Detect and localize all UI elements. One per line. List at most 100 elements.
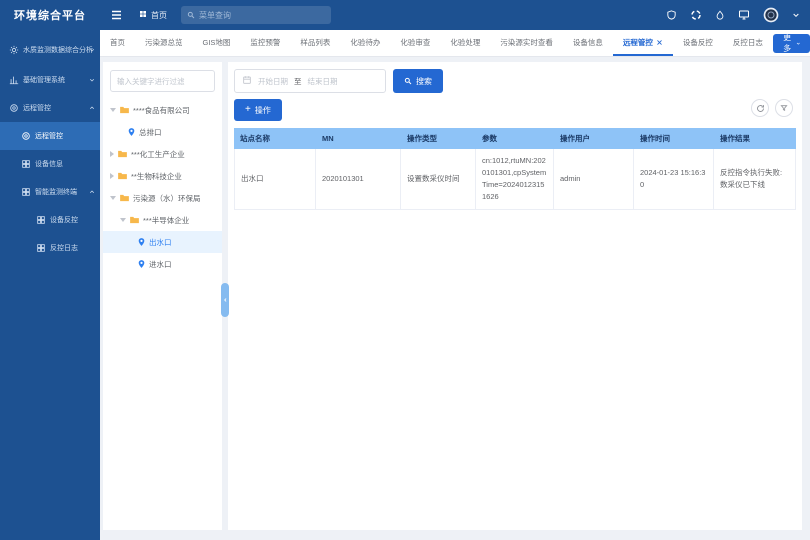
sidebar-item-base-management[interactable]: 基础管理系统	[0, 66, 100, 94]
table-header-cell: 操作时间	[634, 128, 714, 149]
caret-right-icon[interactable]	[110, 151, 114, 157]
caret-right-icon[interactable]	[110, 173, 114, 179]
hamburger-menu-icon[interactable]	[110, 9, 123, 21]
tab-monitor-alert[interactable]: 监控预警	[240, 30, 290, 56]
tab-pollution-overview[interactable]: 污染源总览	[135, 30, 193, 56]
tab-lab-process[interactable]: 化验处理	[440, 30, 490, 56]
sidebar-item-reverse-control-log[interactable]: 反控日志	[0, 234, 100, 262]
tab-lab-review[interactable]: 化验审查	[390, 30, 440, 56]
sidebar-item-device-reverse-control[interactable]: 设备反控	[0, 206, 100, 234]
close-icon[interactable]	[656, 39, 663, 46]
tab-remote-control[interactable]: 远程管控	[613, 30, 673, 56]
end-date-placeholder[interactable]: 结束日期	[308, 76, 338, 87]
tree-node-outlet-main[interactable]: 总排口	[103, 121, 222, 143]
grid-icon	[36, 215, 46, 225]
table-header-cell: 站点名称	[234, 128, 316, 149]
menu-search-box[interactable]	[181, 6, 331, 24]
chevron-up-icon	[89, 189, 95, 195]
tree-node-company-biotech[interactable]: **生物科技企业	[103, 165, 222, 187]
target-icon	[21, 131, 31, 141]
shield-icon[interactable]	[666, 9, 677, 21]
folder-icon	[119, 193, 130, 203]
sidebar-group-remote-control[interactable]: 远程管控	[0, 94, 100, 122]
gear-icon	[9, 45, 19, 55]
caret-down-icon[interactable]	[110, 108, 116, 112]
tab-pollution-realtime[interactable]: 污染源实时查看	[490, 30, 563, 56]
menu-search-input[interactable]	[199, 11, 325, 20]
chart-icon	[9, 75, 19, 85]
date-range-separator: 至	[294, 76, 302, 87]
cell-operation-type: 设置数采仪时间	[401, 149, 476, 209]
folder-icon	[129, 215, 140, 225]
monitor-icon[interactable]	[738, 9, 750, 21]
action-toolbar: + 操作	[234, 99, 796, 121]
breadcrumb[interactable]: 首页	[139, 10, 167, 21]
cell-mn: 2020101301	[316, 149, 401, 209]
topbar-action-icons	[666, 7, 800, 23]
cell-params: cn:1012,rtuMN:2020101301,cpSystemTime=20…	[476, 149, 554, 209]
chevron-down-icon[interactable]	[792, 11, 800, 19]
refresh-button[interactable]	[751, 99, 769, 117]
sidebar-nav: 水质监测数据综合分析 基础管理系统 远程管控 远程管控 设备信息 智能监测终端 …	[0, 30, 100, 540]
target-icon	[9, 103, 19, 113]
start-date-placeholder[interactable]: 开始日期	[258, 76, 288, 87]
folder-icon	[117, 171, 128, 181]
chevron-down-icon	[89, 77, 95, 83]
search-toolbar: 开始日期 至 结束日期 搜索	[234, 69, 796, 93]
search-button[interactable]: 搜索	[393, 69, 443, 93]
more-tabs-button[interactable]: 更多	[773, 34, 810, 53]
flame-icon[interactable]	[715, 9, 725, 21]
tab-reverse-control-log[interactable]: 反控日志	[723, 30, 773, 56]
tree-node-company-food[interactable]: ****食品有限公司	[103, 99, 222, 121]
sidebar-item-device-info[interactable]: 设备信息	[0, 150, 100, 178]
tab-device-reverse-control[interactable]: 设备反控	[673, 30, 723, 56]
operations-table: 站点名称 MN 操作类型 参数 操作用户 操作时间 操作结果 出水口 20201…	[234, 128, 796, 210]
table-header-cell: 操作结果	[714, 128, 796, 149]
location-pin-icon	[137, 237, 146, 247]
tab-lab-todo[interactable]: 化验待办	[340, 30, 390, 56]
site-tree-panel: ****食品有限公司 总排口 ***化工生产企业 **生物科技企业 污染源（水）…	[103, 62, 222, 530]
panel-collapse-toggle[interactable]	[221, 283, 229, 317]
tree-node-company-semiconductor[interactable]: ***半导体企业	[103, 209, 222, 231]
breadcrumb-label: 首页	[151, 10, 167, 21]
apps-icon[interactable]	[690, 9, 702, 21]
calendar-icon	[242, 72, 252, 90]
tab-sample-list[interactable]: 样品列表	[290, 30, 340, 56]
table-header-row: 站点名称 MN 操作类型 参数 操作用户 操作时间 操作结果	[234, 128, 796, 149]
folder-icon	[117, 149, 128, 159]
tree-node-company-chemical[interactable]: ***化工生产企业	[103, 143, 222, 165]
sidebar-item-remote-control[interactable]: 远程管控	[0, 122, 100, 150]
column-settings-button[interactable]	[775, 99, 793, 117]
app-logo: 环境综合平台	[0, 7, 100, 23]
tree-filter-input[interactable]	[110, 70, 215, 92]
tab-home[interactable]: 首页	[100, 30, 135, 56]
table-header-cell: 参数	[476, 128, 554, 149]
tab-bar: 首页 污染源总览 GIS地图 监控预警 样品列表 化验待办 化验审查 化验处理 …	[100, 30, 810, 57]
caret-down-icon[interactable]	[120, 218, 126, 222]
refresh-icon	[756, 104, 765, 113]
tab-device-info[interactable]: 设备信息	[563, 30, 613, 56]
cell-operation-result: 反控指令执行失败:数采仪已下线	[714, 149, 796, 209]
cell-operation-user: admin	[554, 149, 634, 209]
grid-icon	[139, 10, 147, 20]
avatar[interactable]	[763, 7, 779, 23]
search-icon	[404, 77, 412, 85]
sidebar-group-smart-terminal[interactable]: 智能监测终端	[0, 178, 100, 206]
folder-icon	[119, 105, 130, 115]
tree-node-outlet-out[interactable]: 出水口	[103, 231, 222, 253]
top-bar: 环境综合平台 首页	[0, 0, 810, 30]
funnel-icon	[780, 104, 788, 112]
table-row[interactable]: 出水口 2020101301 设置数采仪时间 cn:1012,rtuMN:202…	[234, 149, 796, 210]
caret-down-icon[interactable]	[110, 196, 116, 200]
location-pin-icon	[127, 127, 136, 137]
date-range-picker[interactable]: 开始日期 至 结束日期	[234, 69, 386, 93]
location-pin-icon	[137, 259, 146, 269]
tab-gis-map[interactable]: GIS地图	[193, 30, 241, 56]
grid-icon	[21, 159, 31, 169]
sidebar-item-water-quality-analysis[interactable]: 水质监测数据综合分析	[0, 34, 100, 66]
tree-node-outlet-in[interactable]: 进水口	[103, 253, 222, 275]
operate-button[interactable]: + 操作	[234, 99, 282, 121]
grid-icon	[36, 243, 46, 253]
chevron-down-icon	[796, 40, 801, 47]
tree-node-bureau-water[interactable]: 污染源（水）环保局	[103, 187, 222, 209]
